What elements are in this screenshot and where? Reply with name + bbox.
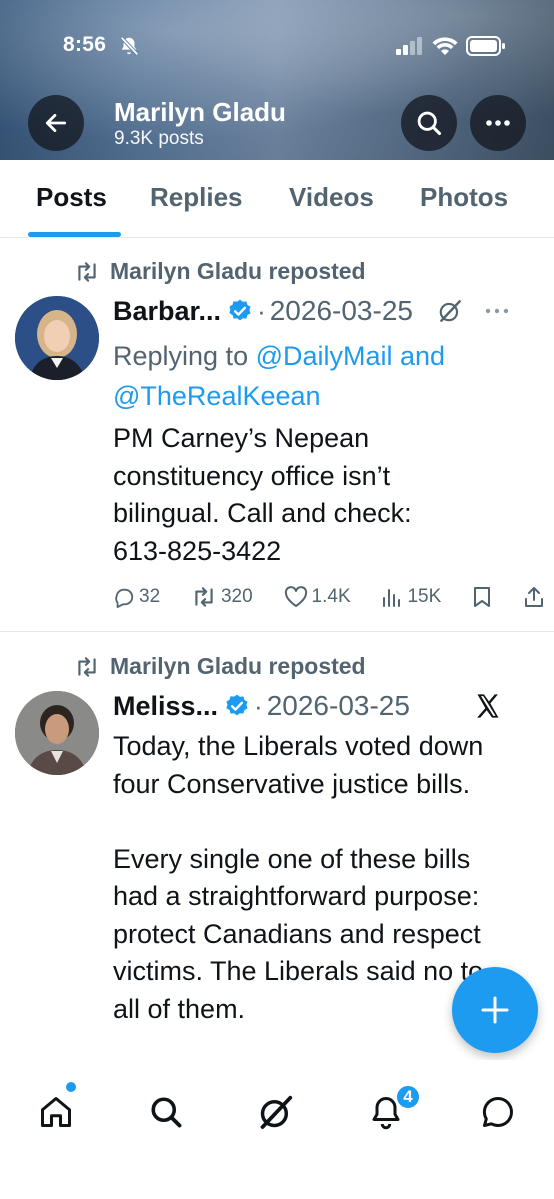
reply-icon <box>115 588 134 608</box>
mention-link[interactable]: @DailyMail and <box>256 341 445 371</box>
nav-search[interactable] <box>144 1090 188 1134</box>
repost-icon <box>78 656 96 677</box>
avatar-portrait <box>15 296 99 380</box>
views-icon <box>383 589 401 607</box>
avatar[interactable] <box>15 296 99 380</box>
nav-messages[interactable] <box>476 1090 520 1134</box>
author-name[interactable]: Meliss... <box>113 691 218 722</box>
status-icons <box>396 36 506 56</box>
tab-photos[interactable]: Photos <box>420 182 508 213</box>
wifi-icon <box>432 37 458 55</box>
verified-badge-icon <box>226 694 248 716</box>
profile-tabs: Posts Replies Videos Photos <box>0 160 554 238</box>
battery-icon <box>466 36 505 56</box>
arrow-left-icon <box>45 114 67 132</box>
back-button[interactable] <box>28 95 84 151</box>
home-icon <box>41 1097 71 1127</box>
like-count: 1.4K <box>311 586 351 607</box>
verified-badge-icon <box>229 299 251 321</box>
author-name[interactable]: Barbar... <box>113 296 221 327</box>
status-time: 8:56 <box>63 33 107 56</box>
more-button[interactable] <box>470 95 526 151</box>
mention-link[interactable]: @TheRealKeean <box>113 381 321 411</box>
tab-replies[interactable]: Replies <box>150 182 243 213</box>
profile-header: 8:56 Marilyn Gladu 9.3K posts <box>0 0 554 160</box>
home-unread-dot <box>66 1082 76 1092</box>
repost-icon <box>78 261 96 282</box>
compose-button[interactable] <box>452 967 538 1053</box>
repost-indicator: Marilyn Gladu reposted <box>74 258 366 285</box>
repost-label: Marilyn Gladu reposted <box>110 653 366 679</box>
repost-indicator: Marilyn Gladu reposted <box>74 653 366 680</box>
search-icon <box>151 1097 182 1128</box>
post-header: Meliss... · 2026-03-25 <box>113 689 540 723</box>
profile-name: Marilyn Gladu <box>114 97 286 127</box>
plus-icon <box>481 996 509 1024</box>
profile-post-count: 9.3K posts <box>114 128 204 149</box>
separator: · <box>257 295 266 326</box>
tab-posts[interactable]: Posts <box>36 182 107 213</box>
nav-grok[interactable] <box>254 1090 298 1134</box>
bell-muted-icon <box>120 36 139 56</box>
repost-count: 320 <box>220 586 253 607</box>
message-icon <box>482 1096 513 1127</box>
signal-icon <box>396 37 422 55</box>
reply-count: 32 <box>139 586 161 607</box>
active-tab-indicator <box>28 232 121 237</box>
bottom-nav: 4 <box>0 1060 554 1199</box>
views-count: 15K <box>407 586 442 607</box>
reply-button[interactable]: 32 <box>113 586 160 608</box>
nav-home[interactable] <box>34 1090 78 1134</box>
tab-videos[interactable]: Videos <box>289 182 374 213</box>
share-icon[interactable] <box>523 586 545 608</box>
avatar-portrait <box>15 691 99 775</box>
reply-context: Replying to @DailyMail and @TheRealKeean <box>113 336 533 416</box>
post-header: Barbar... · 2026-03-25 <box>113 294 540 328</box>
reply-prefix: Replying to <box>113 341 256 371</box>
grok-icon[interactable] <box>437 298 463 324</box>
repost-icon <box>195 587 213 607</box>
post-date: 2026-03-25 <box>266 690 410 721</box>
separator: · <box>254 690 263 721</box>
grok-icon <box>260 1095 293 1129</box>
repost-button[interactable]: 320 <box>191 586 253 608</box>
more-icon[interactable] <box>485 308 509 314</box>
post-actions: 32 320 1.4K 15K <box>113 586 545 608</box>
repost-label: Marilyn Gladu reposted <box>110 258 366 284</box>
search-button[interactable] <box>401 95 457 151</box>
x-logo-icon <box>477 694 499 718</box>
post-text: PM Carney’s Nepean constituency office i… <box>113 423 412 566</box>
notifications-badge: 4 <box>395 1084 421 1110</box>
search-icon <box>417 111 442 136</box>
bookmark-icon[interactable] <box>472 586 492 608</box>
post[interactable]: Marilyn Gladu reposted Barbar... · 2026-… <box>0 238 554 632</box>
views-button[interactable]: 15K <box>381 586 441 608</box>
like-button[interactable]: 1.4K <box>284 586 351 608</box>
more-icon <box>486 120 510 126</box>
avatar[interactable] <box>15 691 99 775</box>
heart-icon <box>284 586 307 607</box>
post-date: 2026-03-25 <box>269 295 413 326</box>
